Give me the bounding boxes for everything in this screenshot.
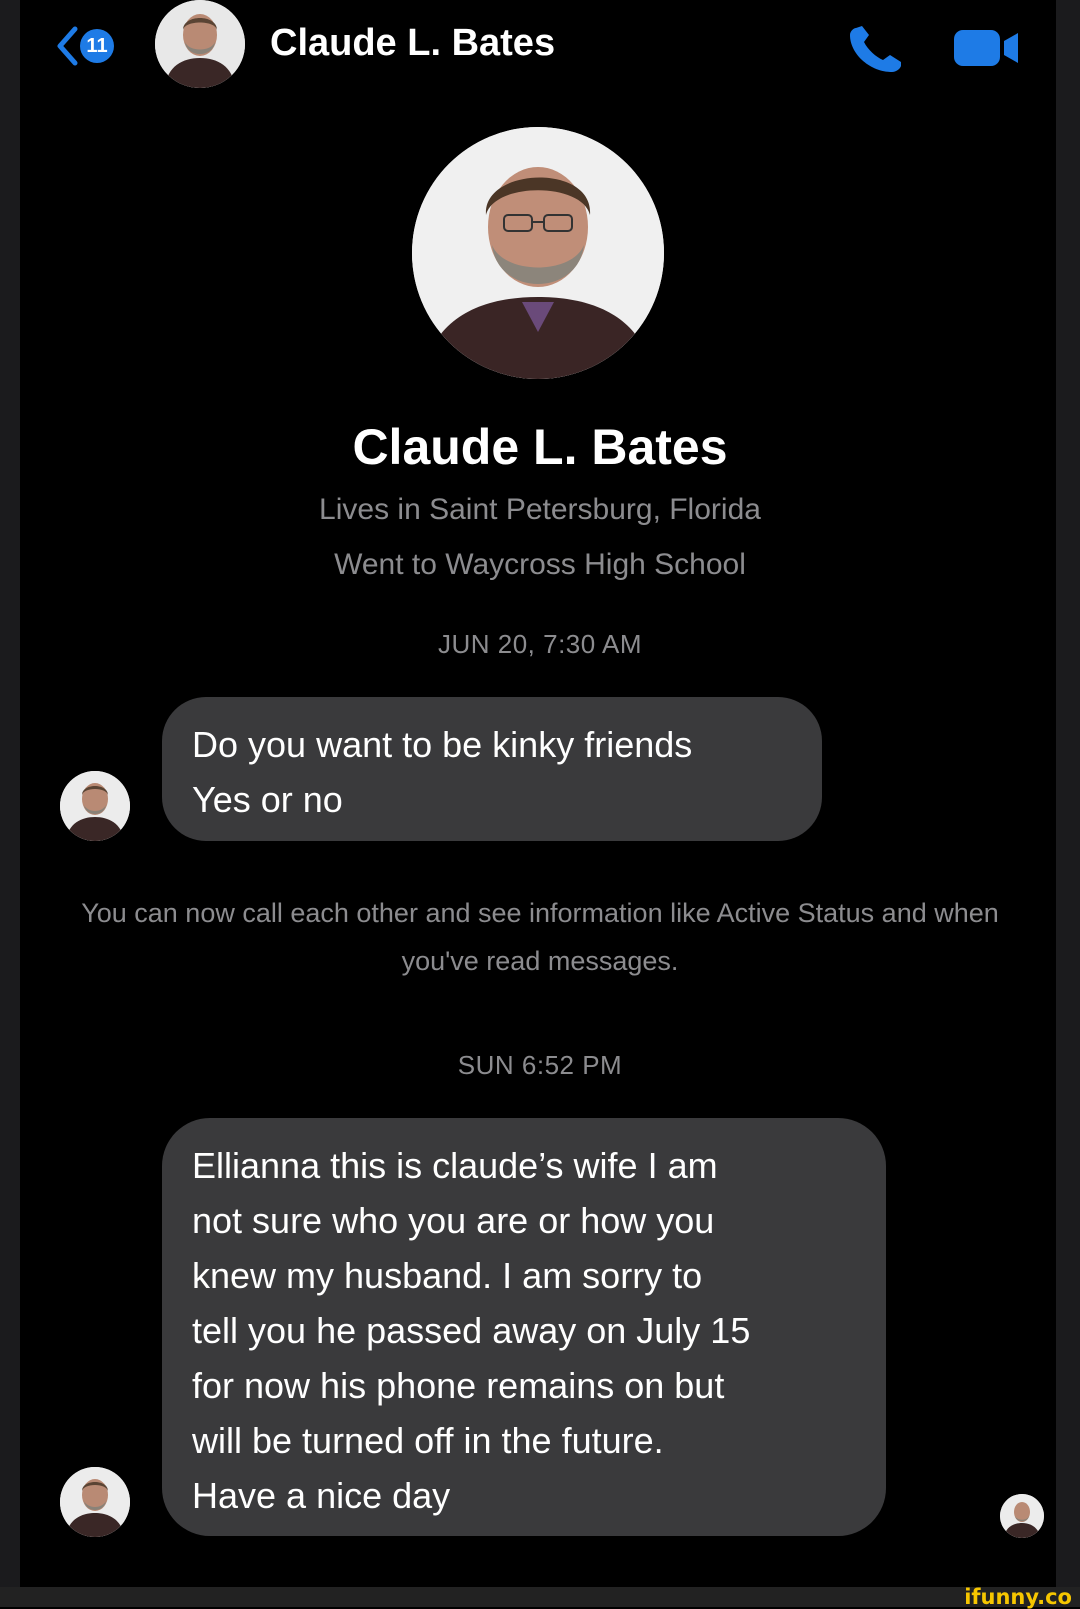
messenger-screen: 11 Claude L. Bates Claude L. Bates Lives… <box>0 0 1080 1609</box>
person-photo-icon <box>155 0 245 88</box>
back-button[interactable]: 11 <box>56 24 114 68</box>
video-camera-icon[interactable] <box>952 26 1022 70</box>
person-photo-icon <box>1000 1494 1044 1538</box>
bottom-bar <box>0 1587 1080 1607</box>
watermark: ifunny.co <box>964 1585 1072 1609</box>
chevron-left-icon <box>57 26 78 66</box>
profile-education: Went to Waycross High School <box>334 548 746 581</box>
phone-icon[interactable] <box>846 22 908 76</box>
system-notice: You can now call each other and see info… <box>81 898 999 976</box>
sender-avatar[interactable] <box>60 771 130 841</box>
person-photo-icon <box>412 127 664 379</box>
received-message-bubble[interactable]: Ellianna this is claude’s wife I am not … <box>162 1118 886 1536</box>
profile-avatar[interactable] <box>412 127 664 379</box>
message-timestamp: SUN 6:52 PM <box>457 1050 623 1080</box>
profile-name: Claude L. Bates <box>352 419 728 475</box>
person-photo-icon <box>60 771 130 841</box>
sender-avatar[interactable] <box>60 1467 130 1537</box>
read-receipt-avatar <box>1000 1494 1044 1538</box>
unread-count-badge: 11 <box>80 29 114 63</box>
message-timestamp: JUN 20, 7:30 AM <box>437 629 643 659</box>
profile-location: Lives in Saint Petersburg, Florida <box>319 493 761 526</box>
left-border <box>0 0 20 1588</box>
header-contact-name[interactable]: Claude L. Bates <box>270 22 555 65</box>
chat-header: 11 Claude L. Bates <box>0 0 1080 90</box>
header-avatar[interactable] <box>155 0 245 88</box>
person-photo-icon <box>60 1467 130 1537</box>
received-message-bubble[interactable]: Do you want to be kinky friends Yes or n… <box>162 697 822 841</box>
right-border <box>1056 0 1080 1588</box>
